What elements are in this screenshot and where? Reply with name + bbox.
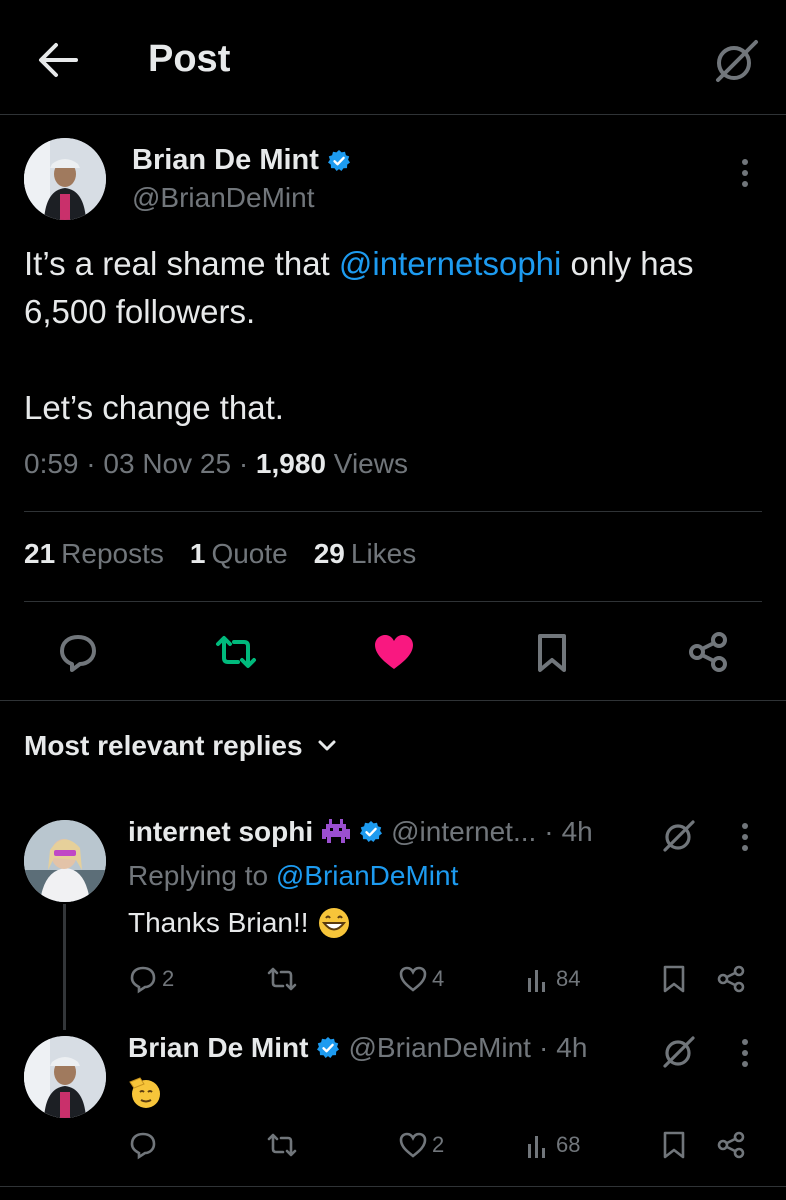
reposts-count: 21 [24, 538, 56, 569]
alien-monster-icon [321, 819, 351, 845]
reply-author-row: Brian De Mint @BrianDeMint · 4h [128, 1032, 587, 1064]
reply-author-handle[interactable]: @BrianDeMint [348, 1032, 530, 1064]
tweet-text-part1: It’s a real shame that [24, 245, 339, 282]
meta-divider [24, 511, 762, 512]
grok-icon[interactable] [662, 818, 696, 852]
mention-link[interactable]: @internetsophi [339, 245, 561, 282]
tweet-text-line3: Let’s change that. [24, 389, 284, 426]
reply-time[interactable]: 4h [556, 1032, 587, 1064]
quotes-label: Quote [211, 538, 288, 569]
reply-text-content: Thanks Brian!! [128, 907, 309, 938]
bookmark-icon[interactable] [530, 630, 574, 674]
replying-to-link[interactable]: @BrianDeMint [276, 860, 458, 891]
like-heart-icon[interactable] [372, 630, 416, 674]
verified-badge-icon [359, 820, 383, 844]
stats-divider [24, 601, 762, 602]
repost-icon[interactable] [214, 630, 258, 674]
reply-meta-separator: · [544, 816, 554, 847]
reply-action[interactable]: 2 [128, 964, 174, 994]
grok-icon[interactable] [662, 1034, 696, 1068]
share-icon[interactable] [686, 630, 730, 674]
header-divider [0, 114, 786, 115]
author-name[interactable]: Brian De Mint [132, 144, 319, 177]
chevron-down-icon [317, 739, 337, 753]
views-label: Views [333, 448, 408, 479]
view-count: 84 [556, 966, 581, 991]
like-action[interactable]: 2 [398, 1130, 444, 1160]
tweet-time[interactable]: 0:59 [24, 448, 79, 479]
meta-separator: · [238, 448, 249, 479]
like-action[interactable]: 4 [398, 964, 444, 994]
saluting-face-emoji [128, 1076, 162, 1110]
reply-author-row: internet sophi @internet... · 4h [128, 816, 593, 848]
like-count: 2 [432, 1132, 445, 1157]
reply-avatar[interactable] [24, 1036, 106, 1118]
grinning-face-emoji [317, 906, 351, 940]
meta-separator: · [86, 448, 96, 479]
reply-text: Thanks Brian!! [128, 906, 351, 940]
tweet-date[interactable]: 03 Nov 25 [103, 448, 231, 479]
repost-action[interactable] [266, 1130, 302, 1160]
like-count: 4 [432, 966, 445, 991]
verified-badge-icon [316, 1036, 340, 1060]
views-action[interactable]: 84 [526, 964, 580, 994]
reply-action[interactable] [128, 1130, 162, 1160]
replying-prefix: Replying to [128, 860, 276, 891]
reply-meta-separator: · [538, 1032, 549, 1063]
reply-share-icon[interactable] [716, 964, 746, 994]
more-options-icon[interactable] [741, 158, 749, 188]
likes-count: 29 [313, 538, 345, 569]
quotes-count: 1 [189, 538, 206, 569]
reply-avatar[interactable] [24, 820, 106, 902]
likes-label: Likes [350, 538, 417, 569]
reply-author-handle[interactable]: @internet... [391, 816, 536, 848]
avatar[interactable] [24, 138, 106, 220]
grok-icon[interactable] [712, 36, 760, 84]
quotes-stat[interactable]: 1 Quote [190, 538, 288, 570]
engagement-stats: 21 Reposts 1 Quote 29 Likes [24, 538, 416, 570]
reply-time[interactable]: 4h [562, 816, 593, 848]
reply-share-icon[interactable] [716, 1130, 746, 1160]
reply-more-options-icon[interactable] [741, 822, 749, 852]
author-row: Brian De Mint [132, 144, 351, 177]
reply-sort-dropdown[interactable]: Most relevant replies [24, 730, 337, 762]
author-handle[interactable]: @BrianDeMint [132, 182, 314, 214]
verified-badge-icon [327, 149, 351, 173]
reposts-label: Reposts [61, 538, 164, 569]
reply-author-name[interactable]: Brian De Mint [128, 1032, 308, 1064]
tweet-text: It’s a real shame that @internetsophi on… [24, 240, 764, 432]
reply-bookmark-icon[interactable] [660, 964, 688, 994]
views-action[interactable]: 68 [526, 1130, 580, 1160]
back-arrow-icon[interactable] [36, 40, 80, 80]
actions-divider [0, 700, 786, 701]
views-count: 1,980 [255, 448, 326, 479]
reply-count: 2 [162, 966, 175, 991]
reply-icon[interactable] [56, 630, 100, 674]
reply-more-options-icon[interactable] [741, 1038, 749, 1068]
bottom-divider [0, 1186, 786, 1187]
replying-to: Replying to @BrianDeMint [128, 860, 458, 892]
reply-sort-label: Most relevant replies [24, 730, 303, 761]
tweet-meta: 0:59 · 03 Nov 25 · 1,980 Views [24, 448, 408, 480]
view-count: 68 [556, 1132, 581, 1157]
likes-stat[interactable]: 29 Likes [314, 538, 417, 570]
repost-action[interactable] [266, 964, 302, 994]
page-title: Post [148, 38, 231, 80]
thread-line [63, 904, 66, 1030]
reply-author-name[interactable]: internet sophi [128, 816, 313, 848]
reply-bookmark-icon[interactable] [660, 1130, 688, 1160]
reposts-stat[interactable]: 21 Reposts [24, 538, 164, 570]
